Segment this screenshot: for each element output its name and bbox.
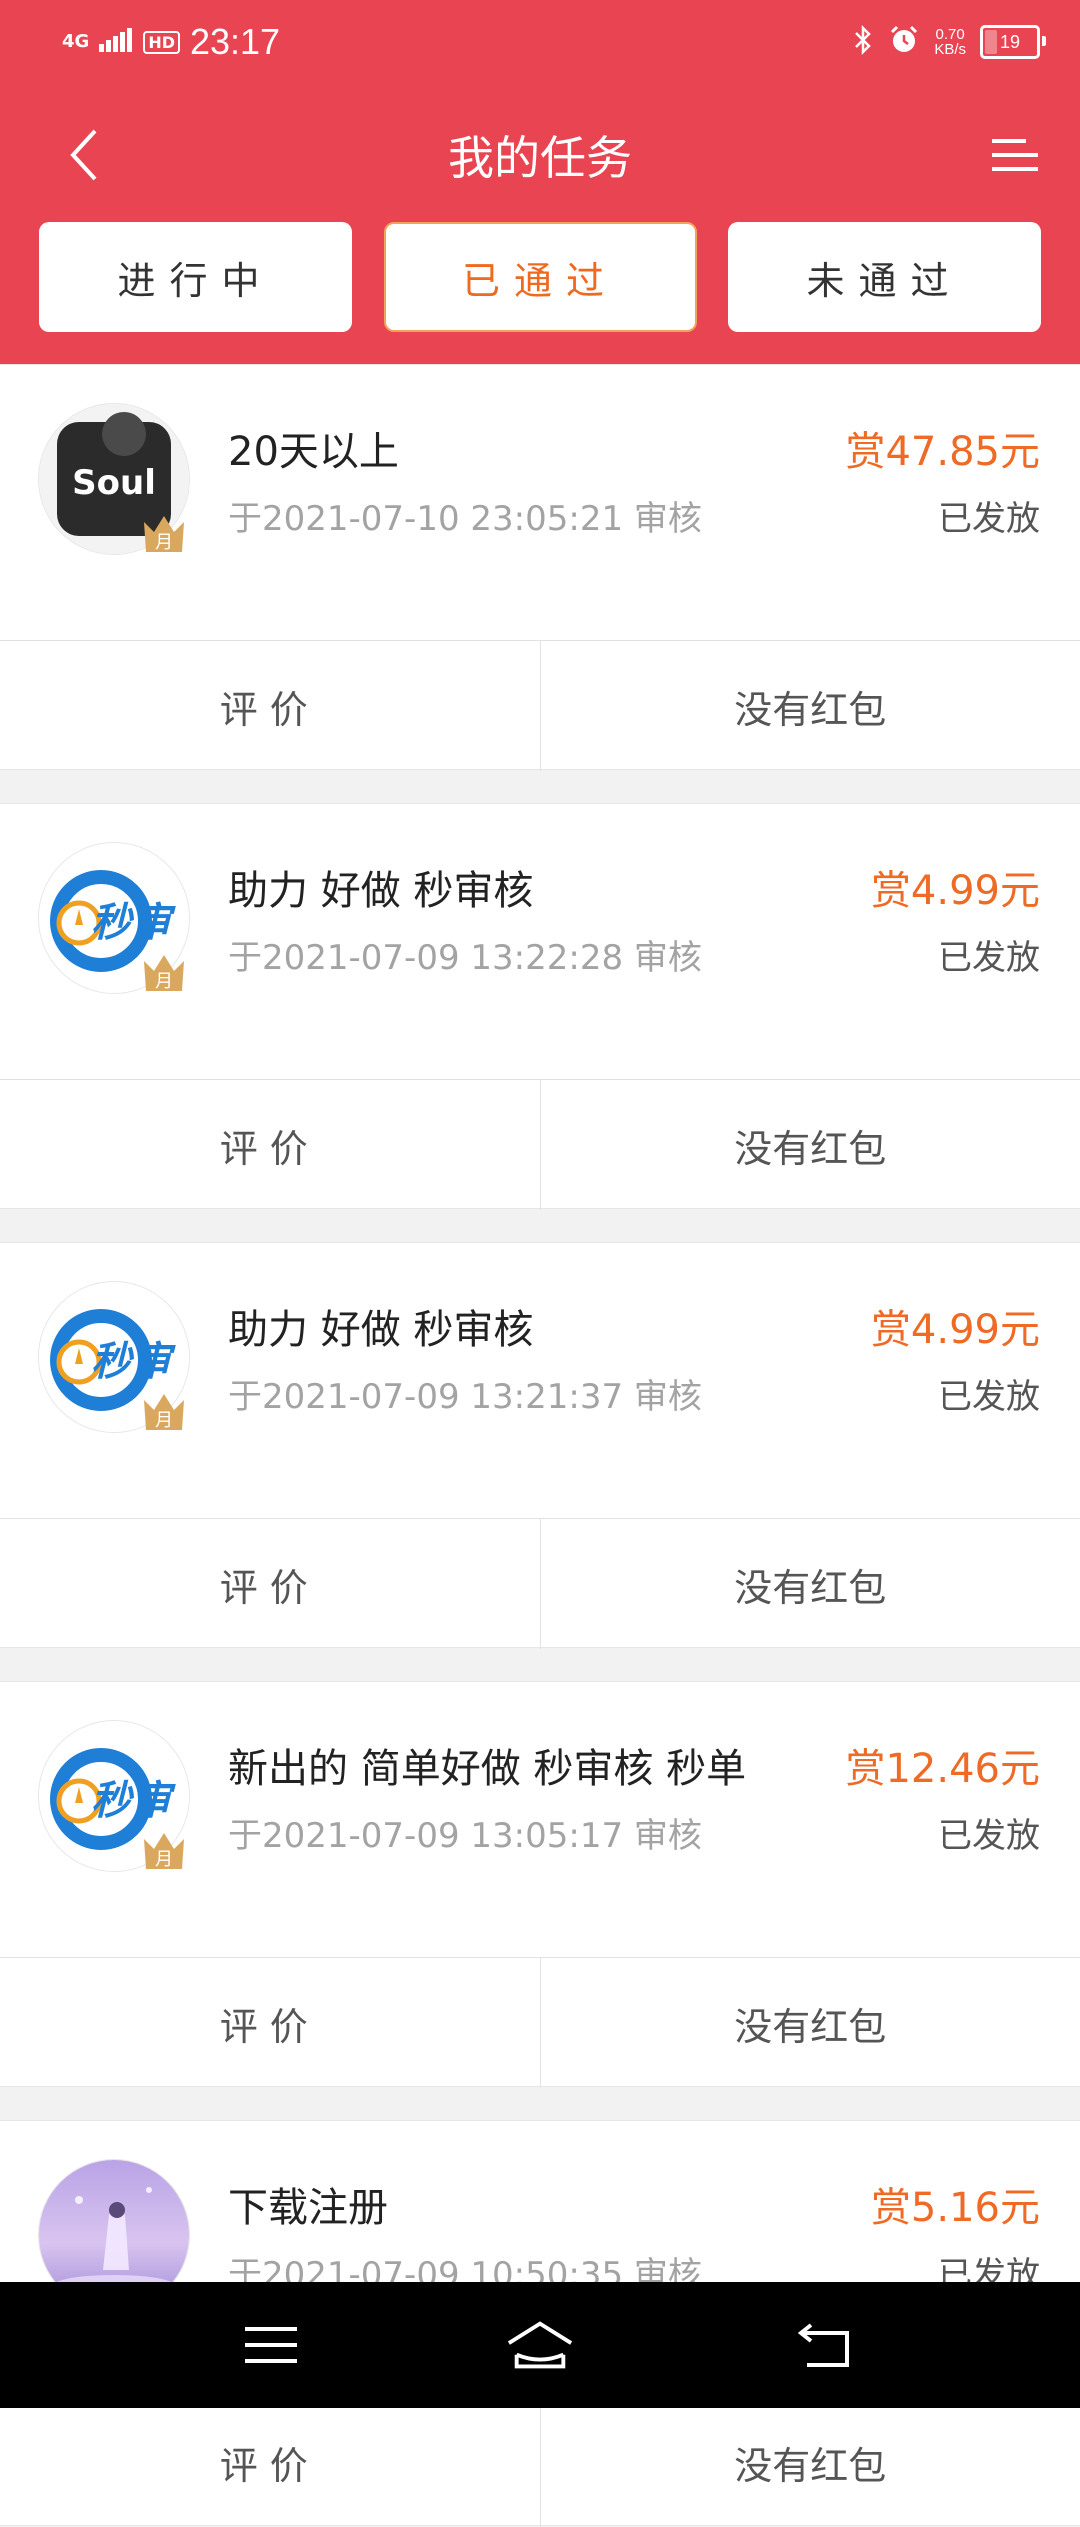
menu-icon xyxy=(988,135,1042,175)
svg-text:月: 月 xyxy=(155,532,173,553)
reward-amount: 赏12.46元 xyxy=(845,1736,1040,1794)
recent-apps-button[interactable] xyxy=(236,2312,306,2378)
menu-lines-icon xyxy=(243,2323,299,2367)
clock: 23:17 xyxy=(190,21,280,63)
review-time: 于2021-07-09 13:05:17 审核 xyxy=(228,1808,702,1857)
no-red-packet-button[interactable]: 没有红包 xyxy=(541,1519,1080,1649)
status-tabs: 进行中 已通过 未通过 xyxy=(39,222,1041,334)
no-red-packet-button[interactable]: 没有红包 xyxy=(541,641,1080,771)
menu-button[interactable] xyxy=(980,120,1050,190)
back-nav-button[interactable] xyxy=(790,2312,860,2378)
reward-amount: 赏5.16元 xyxy=(871,2175,1040,2233)
no-red-packet-button[interactable]: 没有红包 xyxy=(541,2397,1080,2527)
card-actions: 评价 没有红包 xyxy=(0,1518,1080,1649)
svg-text:月: 月 xyxy=(155,1849,173,1870)
crown-icon: 月 xyxy=(142,1386,186,1432)
tab-in-progress[interactable]: 进行中 xyxy=(39,222,352,332)
svg-text:秒审: 秒审 xyxy=(91,900,176,946)
task-title: 下载注册 xyxy=(228,2175,388,2233)
status-bar: 4G HD 23:17 0.70KB/s 19 xyxy=(0,0,1080,84)
rate-button[interactable]: 评价 xyxy=(0,1958,541,2088)
reward-amount: 赏47.85元 xyxy=(845,419,1040,477)
app-avatar: 秒审 月 xyxy=(38,842,190,994)
page-title: 我的任务 xyxy=(0,122,1080,188)
crown-icon: 月 xyxy=(142,508,186,554)
payout-status: 已发放 xyxy=(938,491,1040,540)
rate-button[interactable]: 评价 xyxy=(0,1519,541,1649)
back-arrow-icon xyxy=(797,2321,853,2369)
payout-status: 已发放 xyxy=(938,930,1040,979)
hd-badge: HD xyxy=(143,31,180,54)
home-icon xyxy=(505,2319,575,2371)
bluetooth-icon xyxy=(852,24,874,60)
payout-status: 已发放 xyxy=(938,1369,1040,1418)
svg-text:Soul: Soul xyxy=(72,463,156,503)
no-red-packet-button[interactable]: 没有红包 xyxy=(541,1958,1080,2088)
system-navigation-bar xyxy=(0,2282,1080,2408)
task-card: 秒审 月 助力 好做 秒审核 于2021-07-09 13:21:37 审核 赏… xyxy=(0,1242,1080,1648)
task-info[interactable]: 秒审 月 助力 好做 秒审核 于2021-07-09 13:21:37 审核 赏… xyxy=(0,1243,1080,1518)
reward-amount: 赏4.99元 xyxy=(871,1297,1040,1355)
task-card: 秒审 月 新出的 简单好做 秒审核 秒单 于2021-07-09 13:05:1… xyxy=(0,1681,1080,2087)
tab-approved[interactable]: 已通过 xyxy=(384,222,697,332)
task-title: 新出的 简单好做 秒审核 秒单 xyxy=(228,1736,746,1794)
task-card: Soul 月 20天以上 于2021-07-10 23:05:21 审核 赏47… xyxy=(0,364,1080,770)
reward-amount: 赏4.99元 xyxy=(871,858,1040,916)
battery-icon: 19 xyxy=(980,25,1040,59)
card-actions: 评价 没有红包 xyxy=(0,1957,1080,2088)
network-speed: 0.70KB/s xyxy=(934,27,966,57)
review-time: 于2021-07-10 23:05:21 审核 xyxy=(228,491,702,540)
home-button[interactable] xyxy=(505,2312,575,2378)
review-time: 于2021-07-09 13:21:37 审核 xyxy=(228,1369,702,1418)
svg-text:秒审: 秒审 xyxy=(91,1339,176,1385)
network-indicator: 4G xyxy=(62,33,89,51)
task-card: 秒审 月 助力 好做 秒审核 于2021-07-09 13:22:28 审核 赏… xyxy=(0,803,1080,1209)
rate-button[interactable]: 评价 xyxy=(0,2397,541,2527)
payout-status: 已发放 xyxy=(938,1808,1040,1857)
card-actions: 评价 没有红包 xyxy=(0,1079,1080,1210)
card-actions: 评价 没有红包 xyxy=(0,2396,1080,2527)
app-avatar: Soul 月 xyxy=(38,403,190,555)
app-avatar: 秒审 月 xyxy=(38,1281,190,1433)
crown-icon: 月 xyxy=(142,947,186,993)
svg-text:月: 月 xyxy=(155,971,173,992)
task-title: 助力 好做 秒审核 xyxy=(228,1297,533,1355)
app-avatar: 秒审 月 xyxy=(38,1720,190,1872)
nav-bar: 我的任务 xyxy=(0,100,1080,210)
signal-icon xyxy=(99,28,133,56)
task-title: 助力 好做 秒审核 xyxy=(228,858,533,916)
alarm-icon xyxy=(888,24,920,60)
task-info[interactable]: Soul 月 20天以上 于2021-07-10 23:05:21 审核 赏47… xyxy=(0,365,1080,640)
review-time: 于2021-07-09 13:22:28 审核 xyxy=(228,930,702,979)
svg-text:月: 月 xyxy=(155,1410,173,1431)
crown-icon: 月 xyxy=(142,1825,186,1871)
rate-button[interactable]: 评价 xyxy=(0,1080,541,1210)
task-info[interactable]: 秒审 月 助力 好做 秒审核 于2021-07-09 13:22:28 审核 赏… xyxy=(0,804,1080,1079)
tab-rejected[interactable]: 未通过 xyxy=(728,222,1041,332)
task-info[interactable]: 秒审 月 新出的 简单好做 秒审核 秒单 于2021-07-09 13:05:1… xyxy=(0,1682,1080,1957)
header-bar: 4G HD 23:17 0.70KB/s 19 xyxy=(0,0,1080,364)
rate-button[interactable]: 评价 xyxy=(0,641,541,771)
no-red-packet-button[interactable]: 没有红包 xyxy=(541,1080,1080,1210)
task-title: 20天以上 xyxy=(228,419,399,477)
card-actions: 评价 没有红包 xyxy=(0,640,1080,771)
svg-text:秒审: 秒审 xyxy=(91,1778,176,1824)
